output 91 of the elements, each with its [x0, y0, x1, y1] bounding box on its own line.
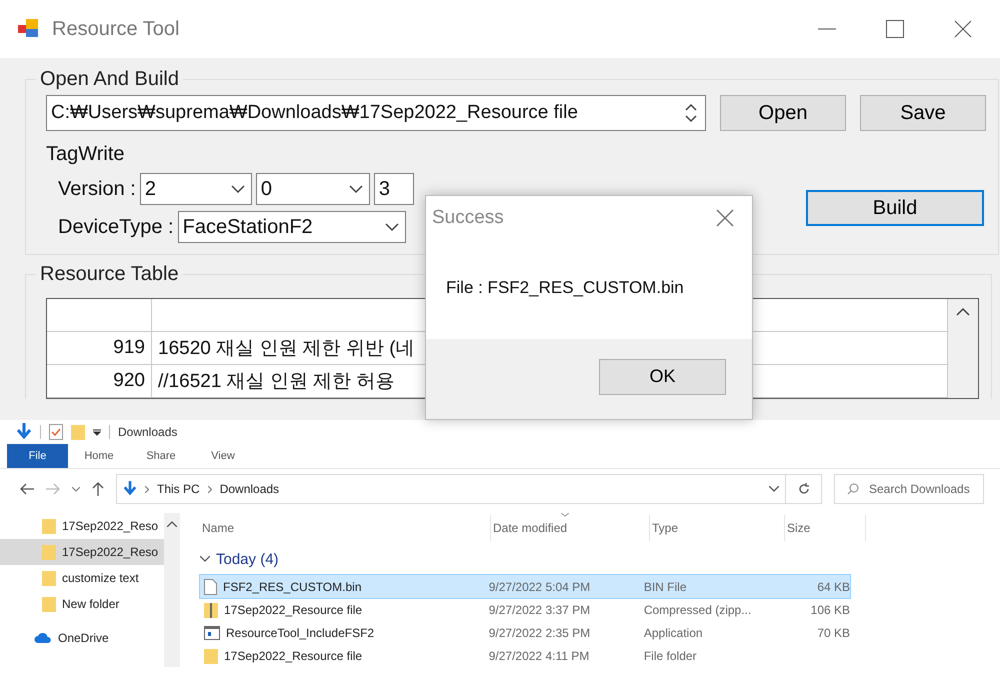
file-date: 9/27/2022 2:35 PM — [488, 626, 592, 640]
dialog-message: File : FSF2_RES_CUSTOM.bin — [446, 278, 684, 297]
group-title: Open And Build — [39, 68, 180, 91]
ribbon-tab[interactable]: View — [192, 444, 254, 468]
file-type: File folder — [644, 648, 698, 662]
address-bar[interactable]: This PC Downloads — [116, 474, 786, 504]
chevron-right-icon — [208, 486, 212, 492]
sort-caret-icon — [561, 513, 569, 517]
folder-icon — [42, 596, 56, 612]
properties-icon[interactable] — [49, 424, 63, 440]
path-field[interactable]: C:₩Users₩suprema₩Downloads₩17Sep2022_Resource file — [46, 95, 706, 131]
folder-icon — [204, 648, 218, 664]
file-size: 70 KB — [816, 626, 850, 640]
dropdown[interactable]: 0 — [256, 173, 370, 205]
spinner-icon[interactable] — [685, 101, 697, 125]
folder-icon — [42, 518, 56, 534]
file-size: 106 KB — [810, 602, 850, 616]
window-title: Downloads — [118, 425, 178, 439]
dropdown[interactable]: 2 — [140, 173, 252, 205]
column-header[interactable]: Date modified — [491, 515, 650, 541]
chevron-down-icon[interactable] — [200, 556, 210, 562]
dropdown-arrow-icon[interactable] — [93, 428, 101, 436]
cloud-icon — [34, 632, 52, 644]
build-button[interactable]: Build — [806, 190, 984, 226]
file-date: 9/27/2022 4:11 PM — [488, 648, 590, 662]
scroll-up-icon[interactable] — [167, 521, 177, 527]
file-row[interactable]: 17Sep2022_Resource file 9/27/2022 4:11 PM File folder — [200, 644, 850, 667]
chevron-down-icon — [348, 184, 363, 194]
group-title: Resource Table — [39, 263, 180, 286]
column-header[interactable]: Size — [785, 515, 866, 541]
download-arrow-icon — [123, 481, 137, 497]
dropdown[interactable]: FaceStationF2 — [178, 211, 406, 243]
download-arrow-icon[interactable] — [16, 423, 32, 441]
file-date: 9/27/2022 3:37 PM — [488, 602, 592, 616]
toolbar-button[interactable]: Save — [860, 95, 986, 131]
application-icon — [204, 626, 220, 640]
column-header[interactable]: Type — [650, 515, 785, 541]
close-icon[interactable] — [716, 209, 734, 227]
file-type: BIN File — [644, 580, 688, 594]
file-row[interactable]: FSF2_RES_CUSTOM.bin 9/27/2022 5:04 PM BIN File 64 KB — [200, 575, 850, 598]
file-row[interactable]: 17Sep2022_Resource file 9/27/2022 3:37 PM Compressed (zipp... 106 KB — [200, 598, 850, 621]
chevron-down-icon[interactable] — [769, 486, 779, 492]
search-field[interactable]: Search Downloads — [834, 474, 984, 504]
file-icon — [204, 578, 217, 594]
device-type-label: DeviceType : — [58, 216, 174, 238]
nav-item[interactable]: 17Sep2022_Reso — [0, 513, 164, 539]
file-name: FSF2_RES_CUSTOM.bin — [223, 580, 362, 594]
file-date: 9/27/2022 5:04 PM — [488, 580, 592, 594]
zip-folder-icon — [204, 602, 218, 618]
file-type: Compressed (zipp... — [644, 602, 752, 616]
search-icon — [847, 483, 859, 495]
group-header[interactable]: Today (4) — [216, 550, 279, 568]
chevron-down-icon — [230, 184, 245, 194]
up-arrow-icon[interactable] — [92, 482, 104, 496]
tagwrite-label: TagWrite — [46, 143, 126, 166]
nav-item[interactable]: OneDrive — [0, 625, 164, 651]
folder-icon — [71, 424, 85, 440]
ok-button[interactable]: OK — [599, 358, 726, 394]
chevron-down-icon — [384, 222, 399, 232]
column-header[interactable]: Name — [200, 515, 491, 541]
file-row[interactable]: ResourceTool_IncludeFSF2 9/27/2022 2:35 PM Application 70 KB — [200, 621, 850, 644]
ribbon-tab[interactable]: File — [7, 444, 68, 468]
file-size: 64 KB — [816, 580, 850, 594]
breadcrumb-item[interactable]: Downloads — [220, 482, 280, 496]
nav-item[interactable]: customize text — [0, 565, 164, 591]
table-cell: 920 — [47, 365, 152, 397]
maximize-icon[interactable] — [886, 20, 904, 38]
ribbon-tab[interactable]: Share — [130, 444, 192, 468]
nav-item[interactable]: New folder — [0, 591, 164, 617]
window-title: Resource Tool — [52, 18, 180, 40]
chevron-down-icon[interactable] — [72, 486, 80, 492]
dialog-title: Success — [432, 207, 504, 229]
folder-icon — [42, 570, 56, 586]
version-label: Version : — [58, 178, 136, 200]
back-arrow-icon[interactable] — [20, 483, 34, 495]
ribbon-tab[interactable]: Home — [68, 444, 130, 468]
chevron-right-icon — [145, 486, 149, 492]
table-cell: 919 — [47, 332, 152, 364]
file-name: 17Sep2022_Resource file — [224, 648, 362, 662]
nav-item[interactable]: 17Sep2022_Reso — [0, 539, 164, 565]
app-icon — [18, 19, 40, 39]
close-icon[interactable] — [954, 20, 972, 38]
scroll-up-icon[interactable] — [956, 307, 970, 316]
file-type: Application — [644, 626, 704, 640]
file-name: ResourceTool_IncludeFSF2 — [226, 626, 374, 640]
file-name: 17Sep2022_Resource file — [224, 602, 362, 616]
refresh-icon[interactable] — [798, 483, 810, 495]
folder-icon — [42, 544, 56, 560]
breadcrumb-item[interactable]: This PC — [157, 482, 200, 496]
dropdown[interactable]: 3 — [374, 173, 414, 205]
toolbar-button[interactable]: Open — [720, 95, 846, 131]
